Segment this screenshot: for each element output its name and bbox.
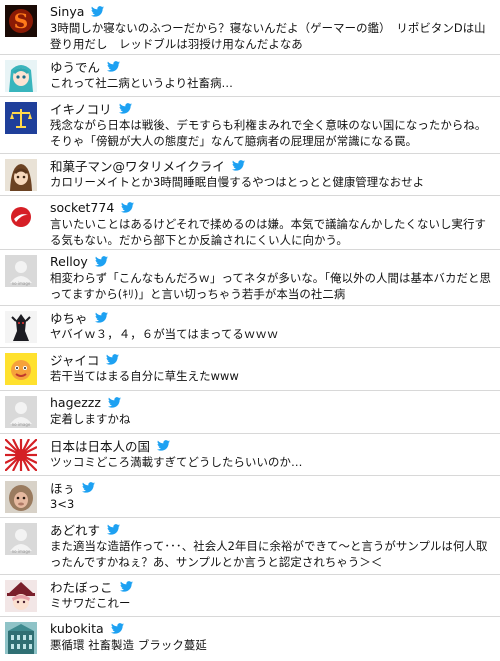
tweet-text: 言いたいことはあるけどそれで揉めるのは嫌。本気で議論なんかしたくないし実行する気…: [50, 217, 486, 247]
user-avatar[interactable]: [5, 311, 37, 343]
user-avatar[interactable]: [5, 353, 37, 385]
svg-text:no image: no image: [12, 422, 31, 427]
tweet-text: 若干当てはまる自分に草生えたwww: [50, 369, 239, 383]
twitter-bird-icon[interactable]: [118, 103, 132, 114]
tweet-feed: S Sinya 3時間しか寝ないのふつーだから？寝ないんだよ（ゲーマーの鑑） リ…: [0, 0, 500, 661]
user-name[interactable]: hagezzz: [50, 395, 101, 410]
user-name[interactable]: 日本は日本人の国: [50, 436, 150, 455]
tweet-item: イキノコリ 残念ながら日本は戦後、デモすらも利権まみれで全く意味のない国になった…: [0, 97, 500, 154]
twitter-bird-icon[interactable]: [119, 581, 133, 592]
tweet-item: no image Relloy 相変わらず「こんなもんだろｗ」ってネタが多いな。…: [0, 250, 500, 306]
user-avatar[interactable]: no image: [5, 255, 37, 287]
user-avatar[interactable]: [5, 159, 37, 191]
tweet-item: 日本は日本人の国 ツッコミどころ満載すぎてどうしたらいいのか…: [0, 434, 500, 476]
user-name[interactable]: ジャイコ: [50, 350, 99, 369]
user-avatar[interactable]: no image: [5, 523, 37, 555]
tweet-text: ヤバイｗ３，４，６が当てはまってるｗｗｗ: [50, 327, 279, 341]
user-name[interactable]: 和菓子マン@ワタリメイクライ: [50, 156, 225, 175]
user-avatar[interactable]: [5, 60, 37, 92]
tweet-item: no image あどれす また適当な造語作って･･･、社会人2年目に余裕ができ…: [0, 518, 500, 575]
tweet-item: socket774 言いたいことはあるけどそれで揉めるのは嫌。本気で議論なんかし…: [0, 196, 500, 250]
twitter-bird-icon[interactable]: [107, 61, 121, 72]
tweet-text: ミサワだこれー: [50, 596, 131, 610]
twitter-bird-icon[interactable]: [94, 312, 108, 323]
user-avatar[interactable]: [5, 622, 37, 654]
user-avatar[interactable]: S: [5, 5, 37, 37]
tweet-item: ゆうでん これって社二病というより社畜病…: [0, 55, 500, 97]
user-name[interactable]: あどれす: [50, 520, 100, 539]
user-name[interactable]: Relloy: [50, 254, 88, 269]
user-avatar[interactable]: no image: [5, 396, 37, 428]
user-name[interactable]: socket774: [50, 200, 114, 215]
svg-text:S: S: [14, 9, 28, 33]
tweet-text: 3<3: [50, 497, 75, 511]
tweet-text: カロリーメイトとか3時間睡眠自慢するやつはとっとと健康管理なおせよ: [50, 175, 425, 189]
tweet-item: ゆちゃ ヤバイｗ３，４，６が当てはまってるｗｗｗ: [0, 306, 500, 348]
user-avatar[interactable]: [5, 481, 37, 513]
user-name[interactable]: ゆうでん: [50, 57, 100, 76]
tweet-text: また適当な造語作って･･･、社会人2年目に余裕ができて～と言うがサンプルは何人取…: [50, 539, 488, 569]
twitter-bird-icon[interactable]: [106, 354, 120, 365]
twitter-bird-icon[interactable]: [94, 256, 108, 267]
tweet-item: わたぼっこ ミサワだこれー: [0, 575, 500, 617]
tweet-text: これって社二病というより社畜病…: [50, 76, 234, 90]
twitter-bird-icon[interactable]: [107, 397, 121, 408]
svg-text:no image: no image: [12, 549, 31, 554]
user-name[interactable]: kubokita: [50, 621, 104, 636]
twitter-bird-icon[interactable]: [157, 440, 171, 451]
twitter-bird-icon[interactable]: [82, 482, 96, 493]
tweet-text: 残念ながら日本は戦後、デモすらも利権まみれで全く意味のない国になったからね。そり…: [50, 118, 487, 148]
tweet-text: 相変わらず「こんなもんだろｗ」ってネタが多いな。「俺以外の人間は基本バカだと思っ…: [50, 271, 491, 301]
tweet-item: S Sinya 3時間しか寝ないのふつーだから？寝ないんだよ（ゲーマーの鑑） リ…: [0, 0, 500, 55]
tweet-item: ほぅ 3<3: [0, 476, 500, 518]
user-name[interactable]: ほぅ: [50, 478, 75, 497]
user-name[interactable]: イキノコリ: [50, 99, 112, 118]
user-name[interactable]: わたぼっこ: [50, 577, 113, 596]
user-name[interactable]: Sinya: [50, 4, 84, 19]
svg-text:no image: no image: [12, 281, 31, 286]
tweet-item: 和菓子マン@ワタリメイクライ カロリーメイトとか3時間睡眠自慢するやつはとっとと…: [0, 154, 500, 196]
user-avatar[interactable]: [5, 439, 37, 471]
twitter-bird-icon[interactable]: [91, 6, 105, 17]
tweet-text: ツッコミどころ満載すぎてどうしたらいいのか…: [50, 455, 303, 469]
twitter-bird-icon[interactable]: [231, 160, 245, 171]
tweet-item: ジャイコ 若干当てはまる自分に草生えたwww: [0, 348, 500, 391]
twitter-bird-icon[interactable]: [110, 623, 124, 634]
user-name[interactable]: ゆちゃ: [50, 308, 88, 327]
tweet-text: 定着しますかね: [50, 412, 131, 426]
twitter-bird-icon[interactable]: [107, 524, 121, 535]
twitter-bird-icon[interactable]: [121, 202, 135, 213]
tweet-item: no image hagezzz 定着しますかね: [0, 391, 500, 434]
tweet-item: kubokita 悪循環 社畜製造 ブラック蔓延: [0, 617, 500, 661]
tweet-text: 悪循環 社畜製造 ブラック蔓延: [50, 638, 207, 652]
user-avatar[interactable]: [5, 102, 37, 134]
user-avatar[interactable]: [5, 201, 37, 233]
tweet-text: 3時間しか寝ないのふつーだから？寝ないんだよ（ゲーマーの鑑） リポビタンDは山登…: [50, 21, 486, 51]
user-avatar[interactable]: [5, 580, 37, 612]
